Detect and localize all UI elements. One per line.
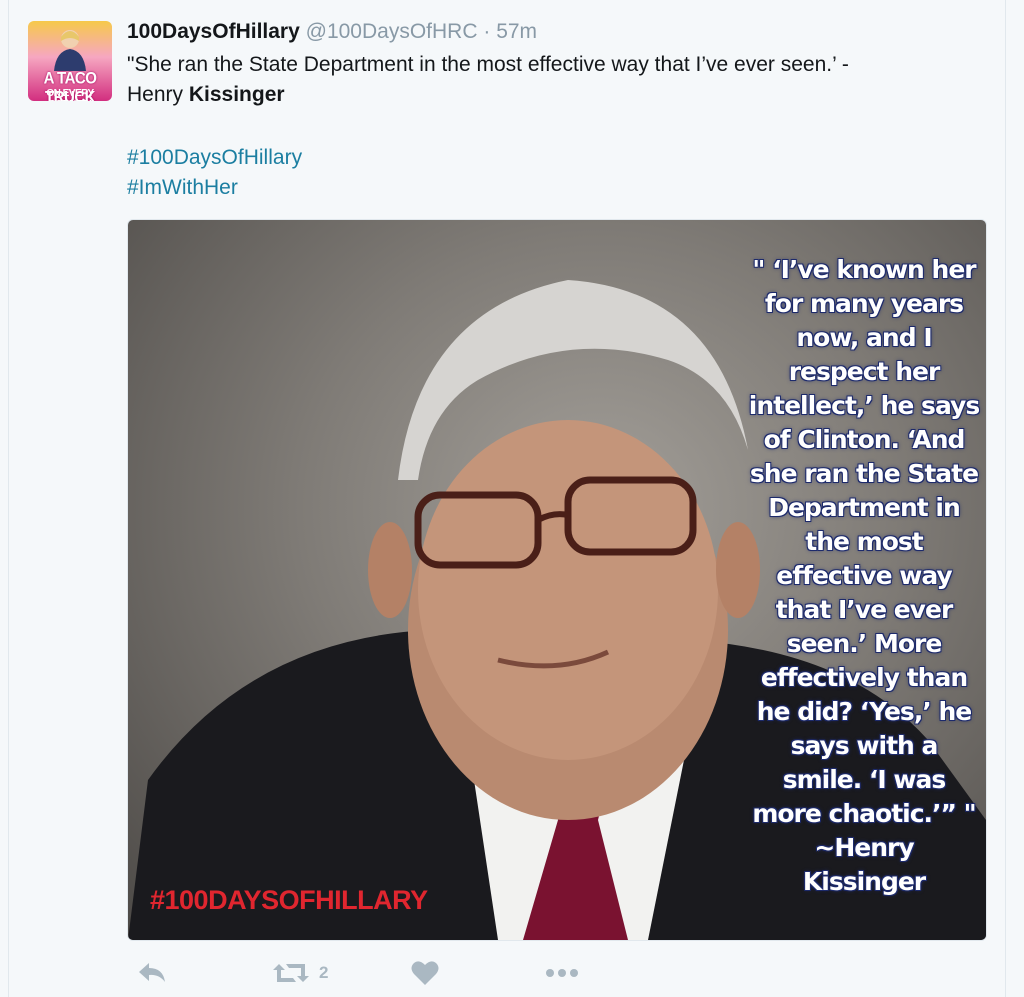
quote-line: says with a	[790, 731, 939, 760]
quote-line: ~Henry	[814, 833, 914, 862]
tweet-text: "She ran the State Department in the mos…	[127, 50, 987, 110]
image-hashtag: #100DAYSOFHILLARY	[150, 885, 428, 915]
tweet-image[interactable]: " ‘I’ve known her for many years now, an…	[127, 219, 987, 941]
tweet-timestamp[interactable]: 57m	[496, 20, 537, 43]
quote-line: seen.’ More	[786, 629, 943, 658]
retweet-button[interactable]: 2	[273, 955, 328, 991]
hashtag-link[interactable]: #100DaysOfHillary	[127, 143, 302, 173]
display-name[interactable]: 100DaysOfHillary	[127, 20, 300, 43]
tweet-actions: 2	[127, 955, 627, 995]
reply-icon	[139, 963, 165, 982]
quote-line: for many years	[764, 289, 964, 318]
tweet-text-line2-prefix: Henry	[127, 83, 189, 106]
tweet-card[interactable]: A TACO TRUCK ON EVERY CORNER! 100DaysOfH…	[8, 0, 1006, 997]
tweet-text-main: "She ran the State Department in the mos…	[127, 53, 849, 76]
quote-line: intellect,’ he says	[748, 391, 980, 420]
quote-line: " ‘I’ve known her	[752, 255, 976, 284]
hashtag-link[interactable]: #ImWithHer	[127, 173, 302, 203]
quote-line: respect her	[788, 357, 941, 386]
tweet-text-bold: Kissinger	[188, 83, 285, 106]
quote-line: she ran the State	[749, 459, 979, 488]
like-button[interactable]	[411, 955, 439, 991]
quote-line: more chaotic.’” "	[752, 799, 976, 828]
quote-line: Department in	[768, 493, 961, 522]
tweet-header: 100DaysOfHillary @100DaysOfHRC · 57m	[127, 20, 537, 44]
quote-line: effectively than	[760, 663, 968, 692]
retweet-count: 2	[319, 963, 329, 982]
person-icon	[54, 30, 86, 71]
user-handle[interactable]: @100DaysOfHRC	[306, 20, 478, 43]
heart-icon	[411, 961, 439, 985]
reply-button[interactable]	[137, 955, 167, 991]
hashtag-list: #100DaysOfHillary #ImWithHer	[127, 143, 302, 203]
quote-line: he did? ‘Yes,’ he	[756, 697, 973, 726]
avatar[interactable]: A TACO TRUCK ON EVERY CORNER!	[28, 21, 112, 101]
more-button[interactable]	[545, 955, 579, 991]
quote-line: that I’ve ever	[775, 595, 954, 624]
retweet-icon	[273, 964, 309, 982]
quote-line: effective way	[776, 561, 952, 590]
quote-line: now, and I	[796, 323, 932, 352]
avatar-text-line2: ON EVERY CORNER!	[46, 88, 94, 101]
quote-line: of Clinton. ‘And	[763, 425, 966, 454]
quote-line: smile. ‘I was	[782, 765, 947, 794]
quote-line: Kissinger	[802, 867, 926, 896]
image-quote: " ‘I’ve known her for many years now, an…	[744, 253, 984, 899]
header-separator: ·	[483, 20, 491, 43]
more-icon	[546, 969, 578, 977]
quote-line: the most	[805, 527, 923, 556]
